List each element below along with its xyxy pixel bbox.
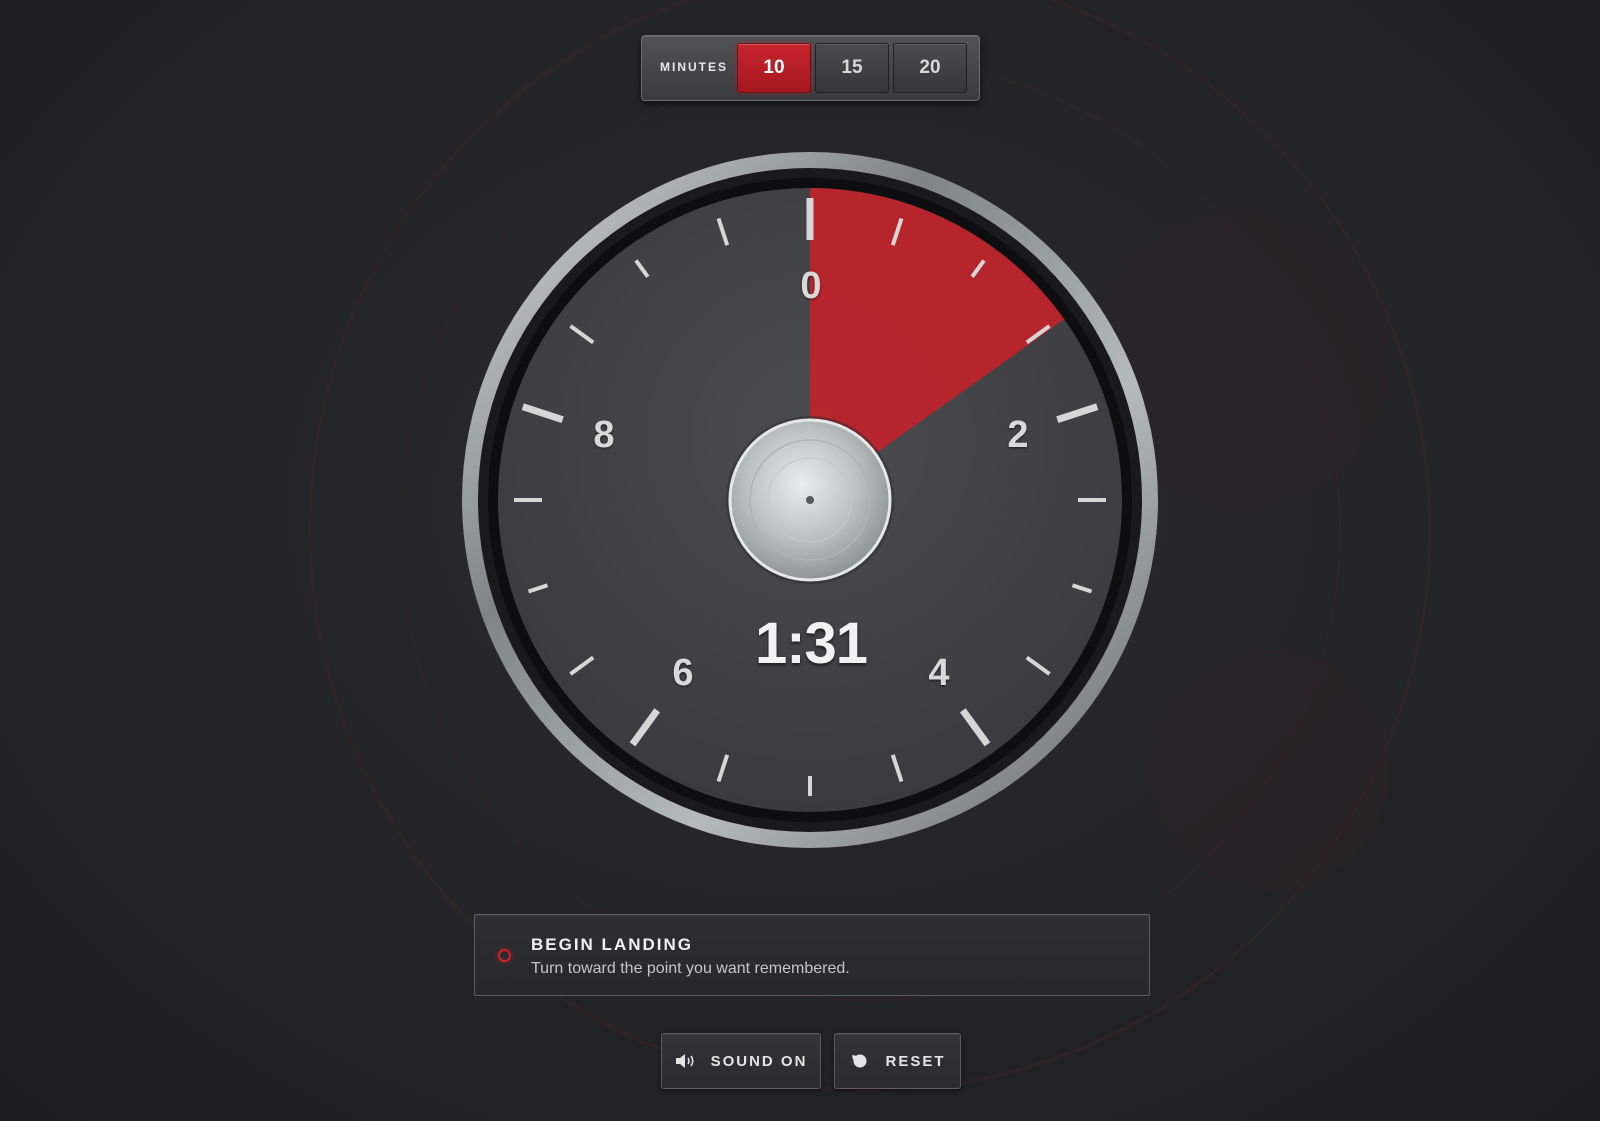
sound-toggle-button[interactable]: SOUND ON [661,1033,821,1089]
dial-number-0: 0 [800,265,822,307]
dial-face [462,152,1158,848]
dial-number-4: 4 [928,652,950,694]
status-indicator-icon [498,949,511,962]
status-title: BEGIN LANDING [531,935,693,954]
minutes-label: MINUTES [660,60,728,74]
reset-icon [852,1054,867,1068]
status-panel: BEGIN LANDING Turn toward the point you … [474,914,1150,996]
countdown-display: 1:31 [754,611,868,676]
dial-number-8: 8 [593,414,615,456]
speaker-icon [675,1054,694,1068]
reset-button[interactable]: RESET [834,1033,961,1089]
status-subtitle: Turn toward the point you want remembere… [531,960,850,977]
reset-label: RESET [885,1052,946,1070]
minutes-option-10[interactable]: 10 [737,43,811,93]
minutes-selector: MINUTES 10 15 20 [641,35,980,101]
dial-number-2: 2 [1007,414,1029,456]
minutes-option-15[interactable]: 15 [815,43,889,93]
timer-dial [450,150,1170,870]
dial-number-6: 6 [672,652,694,694]
center-pin [806,496,814,504]
minutes-option-20[interactable]: 20 [893,43,967,93]
sound-toggle-label: SOUND ON [710,1052,808,1070]
